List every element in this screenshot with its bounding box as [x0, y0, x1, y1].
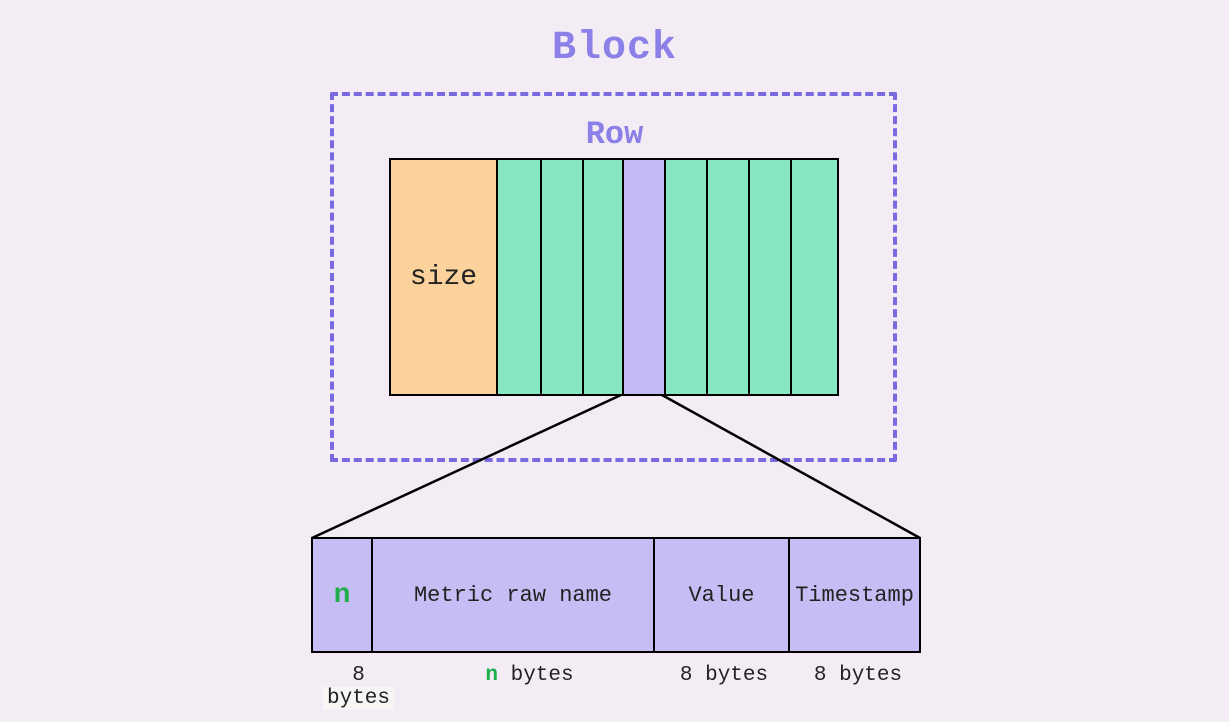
byte-label-4: 8 bytes — [795, 664, 921, 710]
byte-label-2: n bytes — [406, 664, 653, 710]
diagram-canvas: Block Row size n Metric raw name Value T… — [0, 0, 1229, 722]
row-cell-green-7 — [750, 160, 792, 394]
byte-label-3: 8 bytes — [653, 664, 795, 710]
detail-cell-n: n — [313, 539, 373, 651]
row-label: Row — [0, 116, 1229, 153]
row-cell-green-2 — [542, 160, 584, 394]
row-cell-green-3 — [584, 160, 624, 394]
row-cell-green-1 — [498, 160, 542, 394]
row-cell-purple-4 — [624, 160, 666, 394]
detail-cell-value: Value — [655, 539, 790, 651]
detail-row: n Metric raw name Value Timestamp — [311, 537, 921, 653]
row-cell-green-8 — [792, 160, 837, 394]
size-label: size — [410, 262, 477, 293]
byte-label-1: 8 bytes — [311, 664, 406, 710]
detail-cell-timestamp: Timestamp — [790, 539, 919, 651]
row-cell-size: size — [391, 160, 498, 394]
byte-labels-row: 8 bytes n bytes 8 bytes 8 bytes — [311, 664, 921, 710]
detail-cell-metric: Metric raw name — [373, 539, 655, 651]
detail-n-label: n — [334, 580, 351, 611]
row-cell-green-5 — [666, 160, 708, 394]
block-title: Block — [0, 26, 1229, 71]
row-container: size — [389, 158, 839, 396]
row-cell-green-6 — [708, 160, 750, 394]
